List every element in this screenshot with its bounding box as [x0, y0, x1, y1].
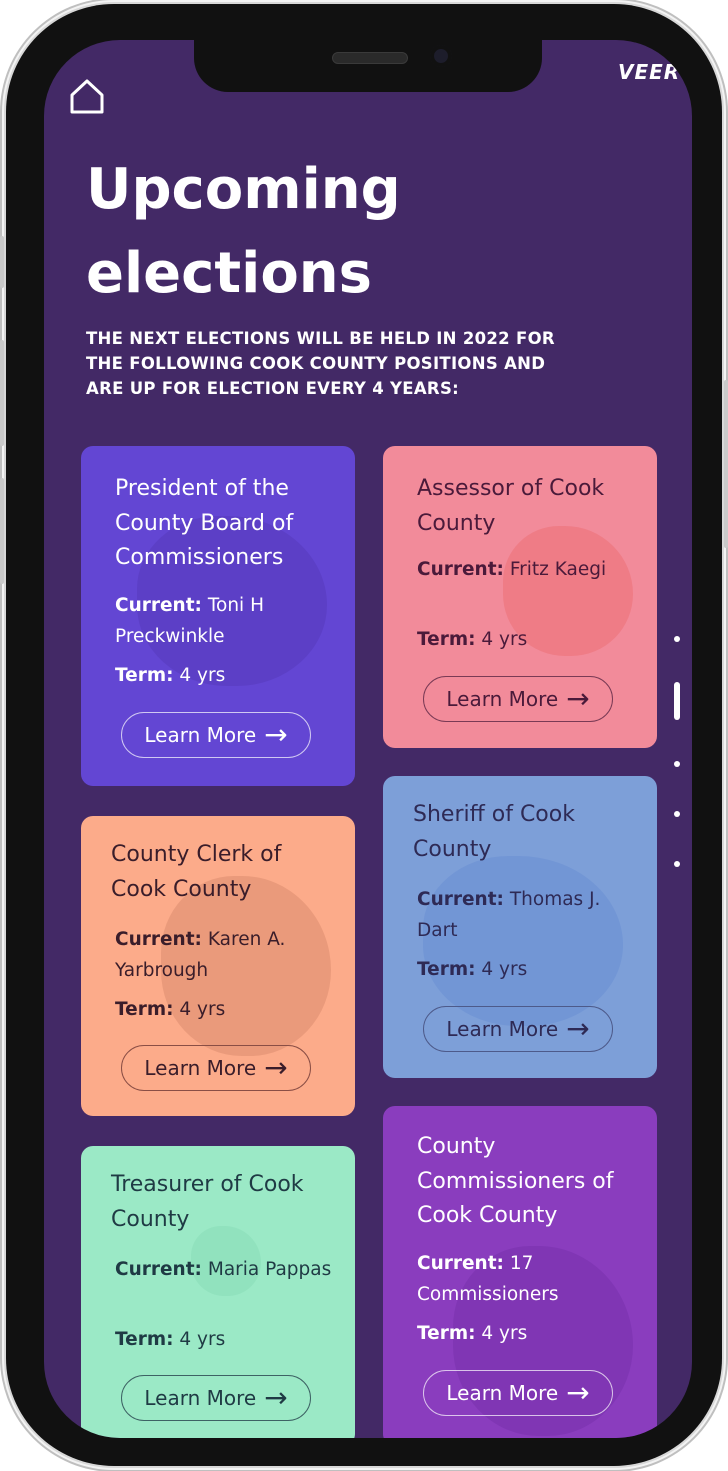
side-button [0, 340, 4, 446]
notch [194, 40, 542, 92]
scroll-dot[interactable] [674, 761, 680, 767]
card-term: Term: 4 yrs [115, 665, 226, 686]
card-title: Assessor of Cook County [417, 476, 605, 536]
arrow-right-icon: → [566, 682, 590, 715]
page-title: Upcoming elections [86, 157, 401, 306]
learn-more-button[interactable]: Learn More → [121, 712, 311, 758]
card-current: Current: Fritz Kaegi [417, 559, 607, 580]
scroll-indicator-active[interactable] [674, 682, 680, 720]
learn-more-button[interactable]: Learn More → [423, 676, 613, 722]
card-title: Treasurer of Cook County [111, 1172, 304, 1232]
card-term: Term: 4 yrs [115, 999, 226, 1020]
arrow-right-icon: → [566, 1012, 590, 1045]
card-title: President of the County Board of Commiss… [115, 476, 294, 570]
learn-more-button[interactable]: Learn More → [121, 1045, 311, 1091]
screen: VEER Upcoming elections THE NEXT ELECTIO… [44, 40, 692, 1438]
speaker [332, 52, 408, 64]
card-current: Current: Thomas J. Dart [417, 889, 601, 941]
scroll-dot[interactable] [674, 861, 680, 867]
scroll-dot[interactable] [674, 636, 680, 642]
phone-frame: VEER Upcoming elections THE NEXT ELECTIO… [6, 4, 722, 1466]
learn-more-button[interactable]: Learn More → [423, 1006, 613, 1052]
side-button [0, 478, 4, 584]
card-title: County Commissioners of Cook County [417, 1134, 614, 1228]
arrow-right-icon: → [264, 1051, 288, 1084]
side-button [724, 380, 728, 548]
card-term: Term: 4 yrs [417, 629, 528, 650]
scroll-dot[interactable] [674, 811, 680, 817]
card-current: Current: 17 Commissioners [417, 1253, 559, 1305]
arrow-right-icon: → [264, 1381, 288, 1414]
election-card-assessor: Assessor of Cook County Current: Fritz K… [383, 446, 657, 748]
card-title: County Clerk of Cook County [111, 842, 282, 902]
card-current: Current: Toni H Preckwinkle [115, 595, 264, 647]
home-icon[interactable] [68, 78, 106, 116]
election-card-commissioners: County Commissioners of Cook County Curr… [383, 1106, 657, 1438]
learn-more-button[interactable]: Learn More → [423, 1370, 613, 1416]
card-term: Term: 4 yrs [417, 959, 528, 980]
election-card-president: President of the County Board of Commiss… [81, 446, 355, 786]
election-card-sheriff: Sheriff of Cook County Current: Thomas J… [383, 776, 657, 1078]
card-current: Current: Maria Pappas [115, 1259, 332, 1280]
side-button [0, 236, 4, 288]
card-current: Current: Karen A. Yarbrough [115, 929, 286, 981]
page-subtitle: THE NEXT ELECTIONS WILL BE HELD IN 2022 … [86, 329, 555, 398]
card-term: Term: 4 yrs [417, 1323, 528, 1344]
election-card-clerk: County Clerk of Cook County Current: Kar… [81, 816, 355, 1116]
card-title: Sheriff of Cook County [413, 802, 575, 862]
camera [430, 45, 452, 67]
card-term: Term: 4 yrs [115, 1329, 226, 1350]
arrow-right-icon: → [264, 718, 288, 751]
learn-more-button[interactable]: Learn More → [121, 1375, 311, 1421]
brand-logo: VEER [618, 60, 681, 84]
arrow-right-icon: → [566, 1376, 590, 1409]
election-card-treasurer: Treasurer of Cook County Current: Maria … [81, 1146, 355, 1438]
